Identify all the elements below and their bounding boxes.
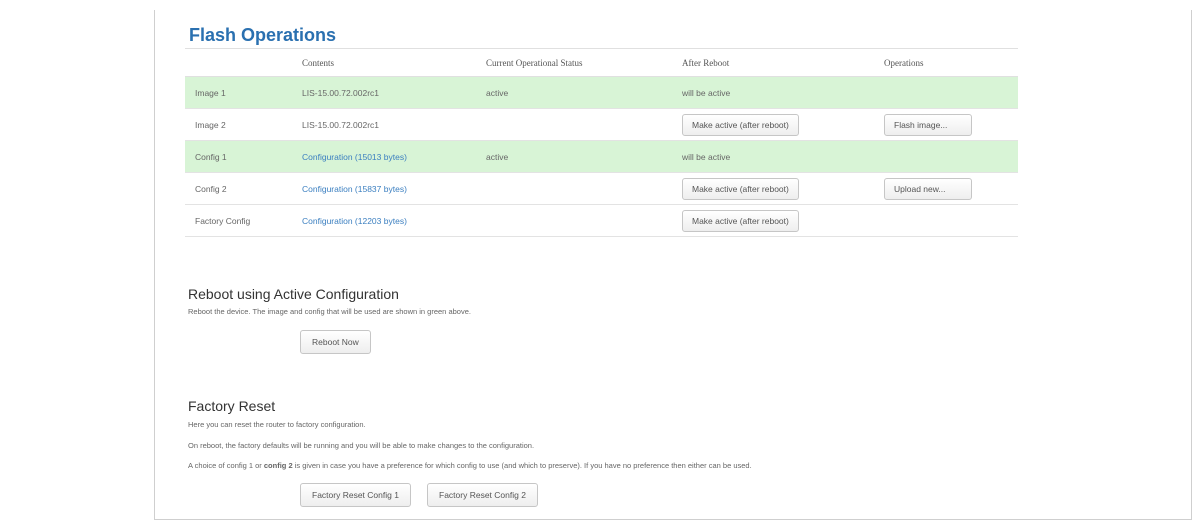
reboot-now-button[interactable]: Reboot Now bbox=[300, 330, 371, 354]
table-row-image-2: Image 2 LIS-15.00.72.002rc1 Make active … bbox=[185, 108, 1018, 141]
flash-image-button[interactable]: Flash image... bbox=[884, 113, 972, 136]
upload-new-button[interactable]: Upload new... bbox=[884, 177, 972, 200]
factory-reset-line-1: Here you can reset the router to factory… bbox=[188, 420, 366, 429]
table-row-factory-config: Factory Config Configuration (12203 byte… bbox=[185, 204, 1018, 237]
col-header-after-reboot: After Reboot bbox=[682, 48, 884, 77]
row-status bbox=[486, 108, 682, 141]
col-header-contents: Contents bbox=[302, 48, 486, 77]
row-after-reboot: Make active (after reboot) bbox=[682, 172, 884, 205]
row-status bbox=[486, 172, 682, 205]
row-name: Factory Config bbox=[185, 204, 302, 237]
row-after-reboot: Make active (after reboot) bbox=[682, 204, 884, 237]
line-3-prefix: A choice of config 1 or bbox=[188, 461, 264, 470]
page-title: Flash Operations bbox=[189, 25, 337, 45]
row-name: Image 1 bbox=[185, 76, 302, 109]
row-contents: Configuration (15837 bytes) bbox=[302, 172, 486, 205]
row-contents: LIS-15.00.72.002rc1 bbox=[302, 108, 486, 141]
row-name: Config 2 bbox=[185, 172, 302, 205]
row-contents: Configuration (15013 bytes) bbox=[302, 140, 486, 173]
factory-reset-config-2-button[interactable]: Factory Reset Config 2 bbox=[427, 483, 538, 507]
row-operations bbox=[884, 140, 1018, 173]
factory-reset-line-2: On reboot, the factory defaults will be … bbox=[188, 441, 535, 450]
col-header-operations: Operations bbox=[884, 48, 1018, 77]
row-contents: LIS-15.00.72.002rc1 bbox=[302, 76, 486, 109]
factory-reset-title: Factory Reset bbox=[188, 398, 276, 414]
factory-reset-line-3: A choice of config 1 or config 2 is give… bbox=[188, 461, 752, 470]
col-header-name bbox=[185, 48, 302, 77]
row-after-reboot: Make active (after reboot) bbox=[682, 108, 884, 141]
row-status bbox=[486, 204, 682, 237]
table-header-row: Contents Current Operational Status Afte… bbox=[185, 48, 1018, 77]
row-after-reboot: will be active bbox=[682, 140, 884, 173]
table-row-config-1: Config 1 Configuration (15013 bytes) act… bbox=[185, 140, 1018, 173]
row-operations: Flash image... bbox=[884, 108, 1018, 141]
make-active-image-2-button[interactable]: Make active (after reboot) bbox=[682, 113, 799, 136]
row-status: active bbox=[486, 76, 682, 109]
flash-operations-table: Contents Current Operational Status Afte… bbox=[185, 48, 1018, 237]
row-after-reboot: will be active bbox=[682, 76, 884, 109]
reboot-description: Reboot the device. The image and config … bbox=[188, 307, 471, 316]
line-3-suffix: is given in case you have a preference f… bbox=[292, 461, 752, 470]
line-3-bold: config 2 bbox=[263, 461, 293, 470]
row-name: Config 1 bbox=[185, 140, 302, 173]
make-active-factory-config-button[interactable]: Make active (after reboot) bbox=[682, 209, 799, 232]
row-contents: Configuration (12203 bytes) bbox=[302, 204, 486, 237]
row-name: Image 2 bbox=[185, 108, 302, 141]
factory-config-link[interactable]: Configuration (12203 bytes) bbox=[302, 216, 407, 226]
factory-reset-config-1-button[interactable]: Factory Reset Config 1 bbox=[300, 483, 411, 507]
row-operations bbox=[884, 76, 1018, 109]
row-operations bbox=[884, 204, 1018, 237]
config-1-link[interactable]: Configuration (15013 bytes) bbox=[302, 152, 407, 162]
row-status: active bbox=[486, 140, 682, 173]
make-active-config-2-button[interactable]: Make active (after reboot) bbox=[682, 177, 799, 200]
reboot-section-title: Reboot using Active Configuration bbox=[188, 286, 399, 302]
row-operations: Upload new... bbox=[884, 172, 1018, 205]
config-2-link[interactable]: Configuration (15837 bytes) bbox=[302, 184, 407, 194]
table-row-image-1: Image 1 LIS-15.00.72.002rc1 active will … bbox=[185, 76, 1018, 109]
table-row-config-2: Config 2 Configuration (15837 bytes) Mak… bbox=[185, 172, 1018, 205]
col-header-status: Current Operational Status bbox=[486, 48, 682, 77]
